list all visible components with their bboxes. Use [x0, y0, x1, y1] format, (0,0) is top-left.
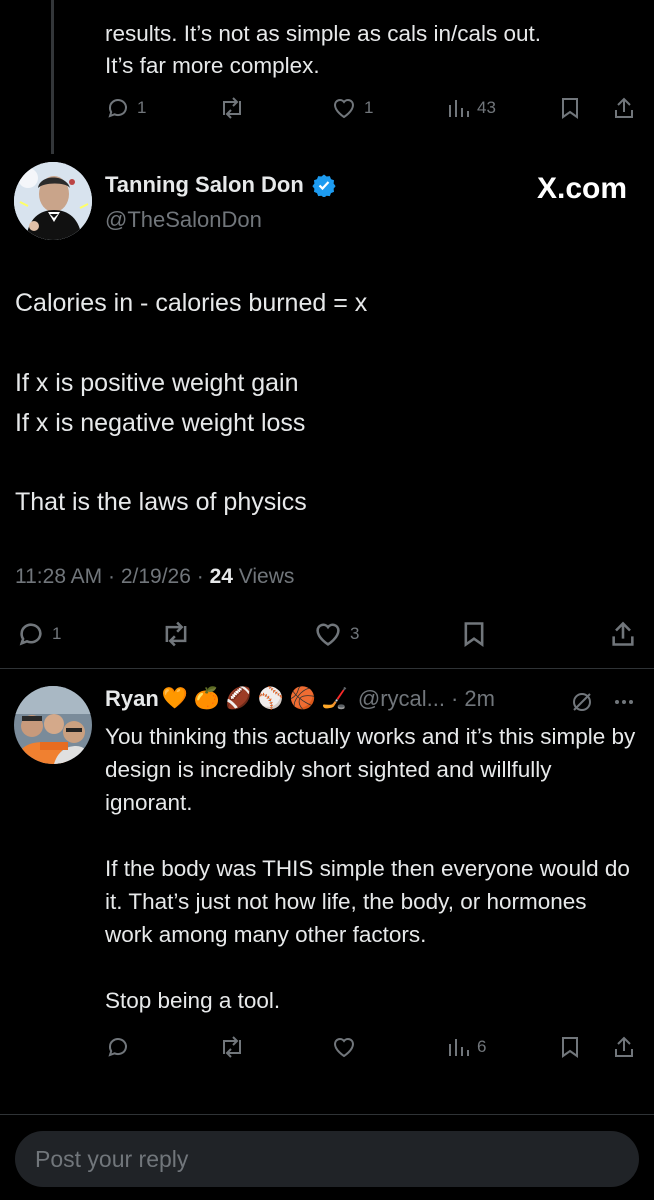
godfather-avatar-icon	[14, 162, 92, 240]
bookmark-icon	[562, 98, 578, 119]
reply-repost-button[interactable]	[218, 1035, 246, 1059]
reply-text: You thinking this actually works and it’…	[105, 720, 640, 1050]
group-photo-avatar-icon	[14, 686, 92, 764]
share-icon	[612, 621, 634, 646]
divider	[0, 668, 654, 669]
reply-view-count: 6	[477, 1037, 487, 1056]
share-icon	[615, 97, 633, 118]
previous-reply-bookmark-button[interactable]	[559, 96, 581, 120]
heart-icon	[333, 1038, 355, 1058]
author-name-row[interactable]: Tanning Salon Don	[105, 172, 336, 198]
reply-icon	[19, 623, 42, 646]
reply-author-emojis: 🧡 🍊 🏈 ⚾ 🏀 🏒	[161, 687, 348, 710]
previous-reply-share-button[interactable]	[612, 96, 636, 120]
grok-icon	[573, 693, 591, 711]
previous-reply-view-count: 43	[477, 98, 496, 117]
reply-icon	[108, 99, 127, 118]
post-reply-count: 1	[52, 624, 62, 643]
post-views-count: 24	[209, 565, 233, 588]
post-metadata: 11:28 AM · 2/19/26 · 24 Views	[15, 565, 294, 589]
composer-divider	[0, 1114, 654, 1115]
post-like-count: 3	[350, 624, 360, 643]
post-text-line-1: Calories in - calories burned = x	[15, 289, 368, 317]
previous-reply-text: results. It’s not as simple as cals in/c…	[105, 21, 542, 78]
repost-icon	[165, 621, 187, 647]
post-timestamp[interactable]: 11:28 AM · 2/19/26 ·	[15, 565, 210, 588]
post-repost-button[interactable]	[160, 620, 192, 648]
previous-reply-repost-button[interactable]	[218, 96, 246, 120]
repost-icon	[223, 1036, 241, 1058]
author-handle[interactable]: @TheSalonDon	[105, 207, 262, 233]
reply-bookmark-button[interactable]	[559, 1035, 581, 1059]
post-bookmark-button[interactable]	[461, 620, 487, 648]
reply-like-button[interactable]	[331, 1035, 357, 1059]
source-label: X.com	[536, 172, 627, 205]
bookmark-icon	[562, 1037, 578, 1058]
grok-button[interactable]	[570, 690, 594, 719]
share-icon	[615, 1036, 633, 1057]
post-like-button[interactable]: 3	[313, 620, 359, 648]
bookmark-icon	[464, 622, 484, 647]
more-options-button[interactable]	[612, 690, 636, 719]
author-avatar[interactable]	[14, 162, 92, 240]
reply-share-button[interactable]	[612, 1035, 636, 1059]
heart-icon	[316, 623, 340, 646]
post-reply-button[interactable]: 1	[17, 620, 61, 648]
previous-reply-like-count: 1	[364, 98, 374, 117]
previous-reply-like-button[interactable]: 1	[331, 96, 373, 120]
reply-paragraph-1: You thinking this actually works and it’…	[105, 724, 636, 815]
post-text-line-3: If x is negative weight loss	[15, 409, 306, 437]
verified-badge-icon	[312, 174, 336, 197]
previous-reply-reply-count: 1	[137, 98, 147, 117]
post-text-line-2: If x is positive weight gain	[15, 369, 299, 397]
repost-icon	[223, 97, 241, 119]
reply-time[interactable]: · 2m	[451, 686, 495, 712]
reply-reply-button[interactable]	[106, 1035, 130, 1059]
reply-composer[interactable]	[15, 1131, 639, 1187]
post-views-label: Views	[232, 565, 295, 588]
post-share-button[interactable]	[609, 620, 637, 648]
reply-author-handle[interactable]: @rycal...	[358, 686, 445, 712]
previous-reply-reply-button[interactable]: 1	[106, 96, 146, 120]
heart-icon	[333, 99, 355, 119]
post-text-line-4: That is the laws of physics	[15, 488, 307, 516]
previous-reply-views-button[interactable]: 43	[446, 96, 496, 120]
views-chart-icon	[449, 1039, 469, 1056]
reply-input[interactable]	[15, 1131, 639, 1187]
reply-header: Ryan 🧡 🍊 🏈 ⚾ 🏀 🏒 @rycal... · 2m	[105, 686, 495, 712]
reply-icon	[108, 1038, 127, 1057]
thread-line	[51, 0, 54, 154]
author-name[interactable]: Tanning Salon Don	[105, 172, 304, 198]
reply-author-avatar[interactable]	[14, 686, 92, 764]
reply-paragraph-3: Stop being a tool.	[105, 988, 281, 1013]
more-icon	[615, 700, 633, 704]
views-chart-icon	[449, 100, 469, 117]
reply-paragraph-2: If the body was THIS simple then everyon…	[105, 856, 630, 947]
reply-author-name[interactable]: Ryan	[105, 686, 159, 712]
reply-views-button[interactable]: 6	[446, 1035, 486, 1059]
